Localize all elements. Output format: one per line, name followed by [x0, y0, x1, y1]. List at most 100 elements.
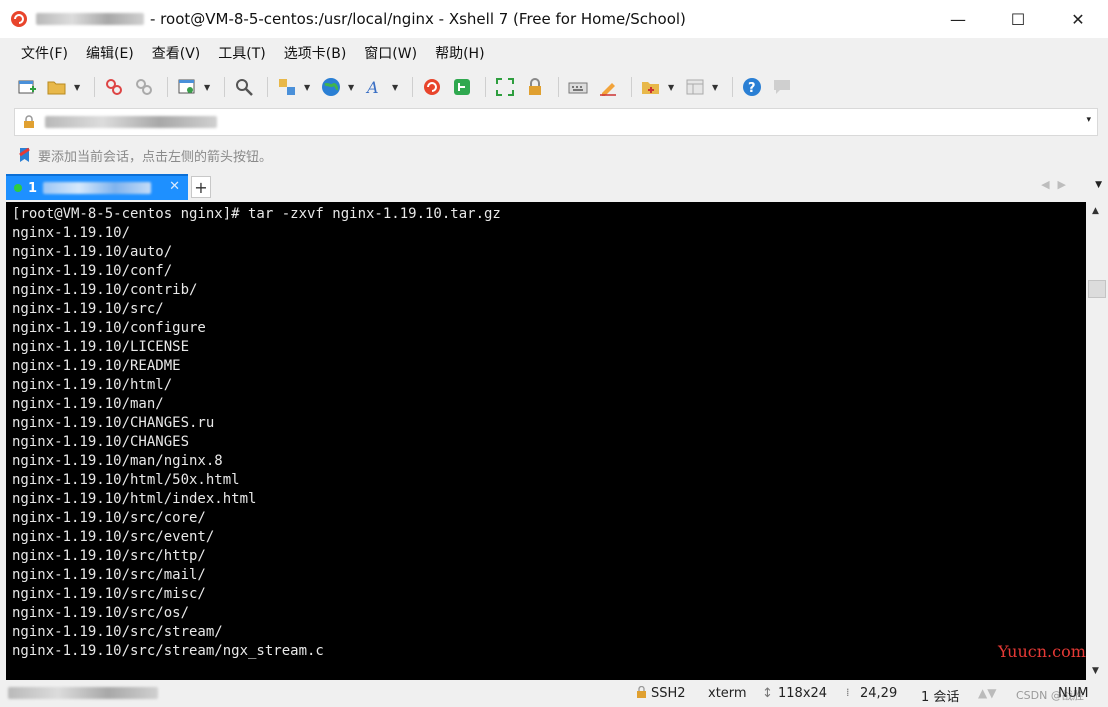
- menu-tools[interactable]: 工具(T): [209, 38, 274, 70]
- tab-bar: 1 ✕ + ◀▶ ▼: [0, 172, 1108, 202]
- terminal-line: nginx-1.19.10/src/: [12, 301, 164, 317]
- tab-close-icon[interactable]: ✕: [169, 179, 180, 194]
- terminal-scrollbar[interactable]: ▲ ▼: [1086, 202, 1108, 680]
- terminal-line: nginx-1.19.10/src/event/: [12, 529, 215, 545]
- status-bar: SSH2 xterm ↕ 118x24 ⁞ 24,29 1 会话 ▲▼ CSDN…: [0, 680, 1108, 707]
- xshell-logo-icon: [11, 11, 27, 27]
- terminal-line: nginx-1.19.10/CHANGES: [12, 434, 190, 450]
- font-icon[interactable]: A: [362, 75, 388, 99]
- scroll-thumb[interactable]: [1088, 280, 1106, 298]
- redacted-address: [45, 116, 217, 128]
- menu-view[interactable]: 查看(V): [143, 38, 210, 70]
- terminal-line: nginx-1.19.10/man/nginx.8: [12, 453, 223, 469]
- transfer-icon[interactable]: [274, 75, 300, 99]
- close-button[interactable]: ✕: [1048, 0, 1108, 38]
- reconnect-icon[interactable]: [131, 75, 157, 99]
- title-bar: - root@VM-8-5-centos:/usr/local/nginx - …: [0, 0, 1108, 38]
- menu-window[interactable]: 窗口(W): [355, 38, 426, 70]
- terminal-line: nginx-1.19.10/auto/: [12, 244, 173, 260]
- resize-icon: ↕: [762, 686, 773, 701]
- watermark: Yuucn.com: [998, 642, 1086, 661]
- redacted-status-host: [8, 687, 158, 699]
- font-dropdown-icon[interactable]: ▼: [392, 83, 400, 92]
- terminal-line: nginx-1.19.10/: [12, 225, 131, 241]
- menu-edit[interactable]: 编辑(E): [77, 38, 143, 70]
- session-tab[interactable]: 1 ✕: [6, 174, 188, 200]
- cursor-position-icon: ⁞: [846, 686, 850, 699]
- redacted-tab-title: [43, 182, 152, 194]
- terminal-line: nginx-1.19.10/src/stream/ngx_stream.c: [12, 643, 324, 659]
- menu-file[interactable]: 文件(F): [12, 38, 77, 70]
- address-dropdown-icon[interactable]: ▾: [1086, 115, 1091, 125]
- hint-bar: 要添加当前会话，点击左侧的箭头按钮。: [18, 142, 272, 168]
- highlight-icon[interactable]: [595, 75, 621, 99]
- ssh-lock-icon: [636, 685, 647, 703]
- chat-icon[interactable]: [769, 75, 795, 99]
- fullscreen-icon[interactable]: [492, 75, 518, 99]
- properties-icon[interactable]: [174, 75, 200, 99]
- terminal-line: nginx-1.19.10/CHANGES.ru: [12, 415, 215, 431]
- search-icon[interactable]: [231, 75, 257, 99]
- tab-scroll-arrows-icon[interactable]: ◀▶: [1041, 178, 1074, 191]
- minimize-button[interactable]: —: [928, 0, 988, 38]
- properties-dropdown-icon[interactable]: ▼: [204, 83, 212, 92]
- terminal-line: nginx-1.19.10/configure: [12, 320, 206, 336]
- terminal-line: nginx-1.19.10/html/50x.html: [12, 472, 240, 488]
- xshell-icon[interactable]: [419, 75, 445, 99]
- new-tab-button[interactable]: +: [191, 176, 211, 198]
- status-num: NUM: [1058, 686, 1089, 701]
- toolbar-separator: [732, 77, 733, 97]
- toolbar-separator: [267, 77, 268, 97]
- status-terminal-type: xterm: [708, 686, 747, 701]
- open-folder-icon[interactable]: [44, 75, 70, 99]
- terminal-output[interactable]: [root@VM-8-5-centos nginx]# tar -zxvf ng…: [6, 202, 1086, 680]
- tab-list-dropdown-icon[interactable]: ▼: [1095, 180, 1102, 190]
- compose-icon[interactable]: [638, 75, 664, 99]
- globe-icon[interactable]: [318, 75, 344, 99]
- session-nav-arrows-icon[interactable]: ▲▼: [978, 686, 996, 700]
- terminal-line: nginx-1.19.10/src/stream/: [12, 624, 223, 640]
- scroll-down-icon[interactable]: ▼: [1092, 666, 1099, 676]
- layout-icon[interactable]: [682, 75, 708, 99]
- compose-dropdown-icon[interactable]: ▼: [668, 83, 676, 92]
- lock-icon[interactable]: [522, 75, 548, 99]
- layout-dropdown-icon[interactable]: ▼: [712, 83, 720, 92]
- terminal-line: nginx-1.19.10/man/: [12, 396, 164, 412]
- menu-tabs[interactable]: 选项卡(B): [275, 38, 356, 70]
- toolbar-separator: [167, 77, 168, 97]
- toolbar-separator: [558, 77, 559, 97]
- terminal-line: nginx-1.19.10/src/http/: [12, 548, 206, 564]
- address-bar[interactable]: ▾: [14, 108, 1098, 136]
- status-sessions: 1 会话: [921, 690, 960, 705]
- terminal-line: nginx-1.19.10/src/core/: [12, 510, 206, 526]
- toolbar-separator: [631, 77, 632, 97]
- toolbar-separator: [224, 77, 225, 97]
- tab-number: 1: [28, 180, 38, 196]
- terminal-line: nginx-1.19.10/README: [12, 358, 181, 374]
- toolbar-separator: [94, 77, 95, 97]
- terminal-line: nginx-1.19.10/html/: [12, 377, 173, 393]
- bookmark-arrow-icon[interactable]: [18, 147, 32, 163]
- help-icon[interactable]: ?: [739, 75, 765, 99]
- toolbar-separator: [485, 77, 486, 97]
- status-size: 118x24: [778, 686, 828, 701]
- maximize-button[interactable]: ☐: [988, 0, 1048, 38]
- disconnect-icon[interactable]: [101, 75, 127, 99]
- transfer-dropdown-icon[interactable]: ▼: [304, 83, 312, 92]
- status-cursor: 24,29: [860, 686, 898, 701]
- terminal-line: nginx-1.19.10/conf/: [12, 263, 173, 279]
- menu-help[interactable]: 帮助(H): [426, 38, 493, 70]
- scroll-up-icon[interactable]: ▲: [1092, 206, 1099, 216]
- status-protocol: SSH2: [651, 686, 686, 701]
- toolbar: ▼ ▼ ▼ ▼ A ▼ ▼ ▼ ?: [0, 70, 1108, 104]
- open-dropdown-icon[interactable]: ▼: [74, 83, 82, 92]
- menu-bar: 文件(F) 编辑(E) 查看(V) 工具(T) 选项卡(B) 窗口(W) 帮助(…: [0, 38, 1108, 70]
- globe-dropdown-icon[interactable]: ▼: [348, 83, 356, 92]
- svg-text:?: ?: [748, 81, 756, 96]
- keyboard-icon[interactable]: [565, 75, 591, 99]
- terminal-line: nginx-1.19.10/contrib/: [12, 282, 198, 298]
- xftp-icon[interactable]: [449, 75, 475, 99]
- new-session-icon[interactable]: [14, 75, 40, 99]
- terminal-line: nginx-1.19.10/LICENSE: [12, 339, 190, 355]
- terminal-line: [root@VM-8-5-centos nginx]# tar -zxvf ng…: [12, 206, 501, 222]
